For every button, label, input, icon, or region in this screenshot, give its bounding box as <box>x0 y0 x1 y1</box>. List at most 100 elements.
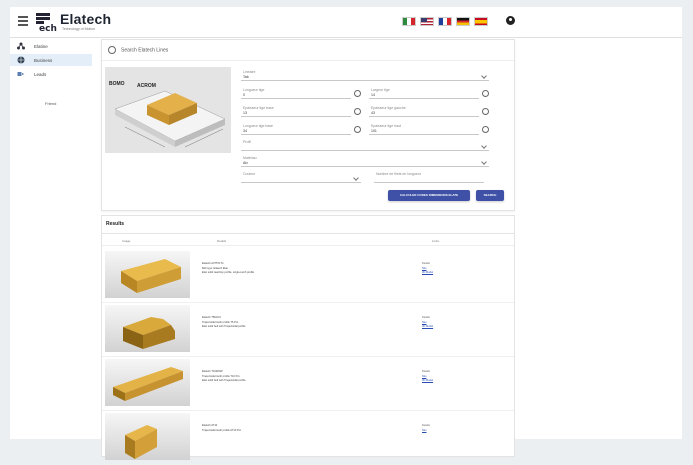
epaisseur-tige-haut-input[interactable]: Epaisseur tige haut 101 <box>369 124 489 135</box>
field-label: Epaisseur tige gauche <box>371 106 406 110</box>
logo-tagline: Technology of Motion <box>62 27 96 31</box>
france-flag-icon[interactable] <box>438 17 452 26</box>
profile-image[interactable] <box>105 251 190 298</box>
top-bar: ech Elatech Technology of Motion <box>10 7 682 38</box>
profil-select[interactable]: Profil <box>241 140 489 151</box>
largeur-tige-input[interactable]: Largeur tige 14 <box>369 88 489 99</box>
calculate-button[interactable]: CALCULER CODES DIMENSIONS ELATE <box>388 190 470 201</box>
field-label: Epaisseur tige haut <box>371 124 401 128</box>
info-icon[interactable] <box>482 108 489 115</box>
sku-link[interactable]: Sku <box>422 429 430 434</box>
row-links: Details Sku 3D Model <box>422 370 433 384</box>
column-header-image: Image <box>122 239 131 243</box>
info-icon[interactable] <box>482 126 489 133</box>
italy-flag-icon[interactable] <box>402 17 416 26</box>
epaisseur-tige-gauche-input[interactable]: Epaisseur tige gauche 43 <box>369 106 489 117</box>
chevron-down-icon <box>481 143 487 149</box>
details-label: Details <box>422 424 430 427</box>
spain-flag-icon[interactable] <box>474 17 488 26</box>
profile-image[interactable] <box>105 305 190 352</box>
field-value: 14 <box>371 93 375 97</box>
search-panel-title: Search Elatech Lines <box>108 46 168 54</box>
field-value: 43 <box>371 111 375 115</box>
info-icon[interactable] <box>482 90 489 97</box>
chevron-down-icon <box>481 73 487 79</box>
field-label: Epaisseur tige base <box>243 106 274 110</box>
row-links: Details Sku 3D Model <box>422 262 433 276</box>
field-label: Largeur tige <box>371 88 390 92</box>
results-panel: Results Image Details Links Elatech A3T5… <box>101 215 515 465</box>
row-details: Elatech AT10 Trapezoidal tooth profile A… <box>202 424 322 433</box>
sidebar: Elatine Business Leads Friend <box>10 38 92 439</box>
results-title: Results <box>106 221 125 227</box>
3d-model-link[interactable]: 3D Model <box>422 271 433 276</box>
menu-icon[interactable] <box>18 16 28 26</box>
sidebar-item-label: Business <box>34 58 53 63</box>
sidebar-sub-label[interactable]: Friend <box>45 101 56 106</box>
field-value: Tab <box>243 75 249 79</box>
page: ech Elatech Technology of Motion Elatine… <box>10 7 682 465</box>
chevron-down-icon <box>353 175 359 181</box>
divider <box>102 245 514 246</box>
sidebar-item-leads[interactable]: Leads <box>10 68 92 80</box>
epaisseur-tige-base-input[interactable]: Epaisseur tige base 13 <box>241 106 361 117</box>
field-value: Alv <box>243 161 248 165</box>
search-icon <box>108 46 116 54</box>
divider <box>102 233 514 234</box>
field-value: 101 <box>371 129 377 133</box>
usa-flag-icon[interactable] <box>420 17 434 26</box>
table-row: Elatech AT10 Trapezoidal tooth profile A… <box>102 410 514 465</box>
column-header-links: Links <box>432 239 440 243</box>
longueur-tige-input[interactable]: Longueur tige 0 <box>241 88 361 99</box>
longueur-tige-base-input[interactable]: Longueur tige base 34 <box>241 124 361 135</box>
logo-mark-text: ech <box>39 24 57 34</box>
3d-model-link[interactable]: 3D Model <box>422 325 433 330</box>
account-icon[interactable] <box>506 16 515 25</box>
language-flags <box>402 17 488 26</box>
materiau-select[interactable]: Matériau Alv <box>241 156 489 167</box>
chevron-down-icon <box>481 159 487 165</box>
logo-text[interactable]: Elatech <box>60 11 111 27</box>
logo-mark-icon: ech <box>36 11 57 34</box>
field-label: Matériau <box>243 156 257 160</box>
tree-icon <box>17 42 25 50</box>
field-label: Couleur <box>243 172 256 176</box>
table-row: Elatech A3T5T1T4 Belt type: Elatech Elan… <box>102 248 514 303</box>
couleur-select[interactable]: Couleur <box>241 172 361 183</box>
column-header-details: Details <box>217 239 227 243</box>
search-panel: Search Elatech Lines BOMO ACROM Lineaire… <box>101 39 515 211</box>
leads-icon <box>17 70 25 78</box>
diagram-label-right: ACROM <box>137 83 156 89</box>
row-links: Details Sku <box>422 424 430 433</box>
sidebar-item-elatine[interactable]: Elatine <box>10 40 92 52</box>
field-label: Lineaire <box>243 70 256 74</box>
nombre-filets-input[interactable]: Nombre de filets en longueur <box>374 172 484 183</box>
germany-flag-icon[interactable] <box>456 17 470 26</box>
belt-dimension-diagram: BOMO ACROM <box>105 67 231 153</box>
diagram-label-left: BOMO <box>109 81 125 87</box>
field-value: 34 <box>243 129 247 133</box>
search-button[interactable]: SEARCH <box>476 190 504 201</box>
row-details: Elatech T10M4SP Trapezoidal tooth profil… <box>202 370 322 384</box>
profile-image[interactable] <box>105 413 190 460</box>
info-icon[interactable] <box>354 126 361 133</box>
globe-icon <box>17 56 25 64</box>
sidebar-item-label: Elatine <box>34 44 48 49</box>
info-icon[interactable] <box>354 108 361 115</box>
sidebar-item-business[interactable]: Business <box>10 54 92 66</box>
sidebar-item-label: Leads <box>34 72 47 77</box>
row-details: Elatech T5M1J4 Trapezoidal tooth profile… <box>202 316 322 330</box>
3d-model-link[interactable]: 3D Model <box>422 379 433 384</box>
divider <box>102 60 514 61</box>
search-title-text: Search Elatech Lines <box>121 47 169 54</box>
info-icon[interactable] <box>354 90 361 97</box>
table-row: Elatech T10M4SP Trapezoidal tooth profil… <box>102 356 514 411</box>
table-row: Elatech T5M1J4 Trapezoidal tooth profile… <box>102 302 514 357</box>
detail-line: Elan solid teardrop profile, single-toot… <box>202 271 255 274</box>
row-details: Elatech A3T5T1T4 Belt type: Elatech Elan… <box>202 262 322 276</box>
profile-image[interactable] <box>105 359 190 406</box>
field-value: 13 <box>243 111 247 115</box>
lineaire-select[interactable]: Lineaire Tab <box>241 70 489 81</box>
field-label: Longueur tige base <box>243 124 273 128</box>
field-value: 0 <box>243 93 245 97</box>
